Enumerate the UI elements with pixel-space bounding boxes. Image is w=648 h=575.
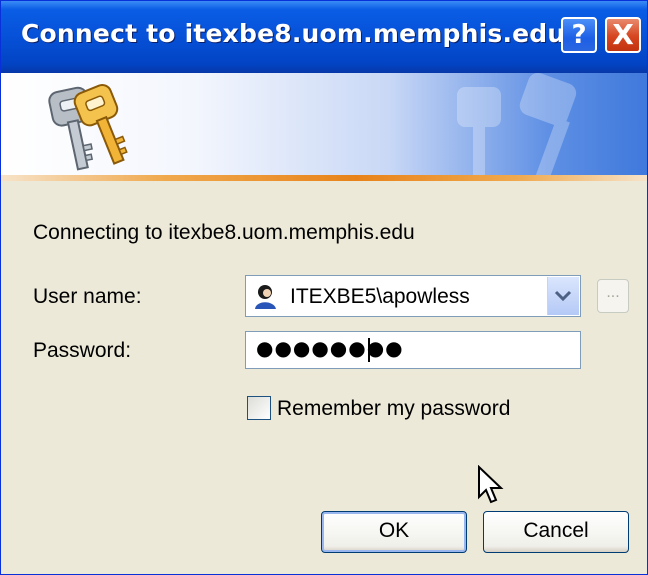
keys-icon [48, 84, 128, 171]
username-dropdown-button[interactable] [547, 277, 579, 315]
remember-password-checkbox[interactable] [247, 396, 271, 420]
cancel-button[interactable]: Cancel [483, 511, 629, 553]
ok-button[interactable]: OK [321, 511, 467, 553]
banner-accent-line [1, 175, 647, 181]
close-button[interactable]: X [605, 17, 641, 53]
password-field[interactable]: ●●●●●●●● [245, 331, 581, 369]
password-label: Password: [33, 339, 132, 362]
user-icon [255, 285, 276, 309]
chevron-down-icon [554, 290, 572, 302]
text-caret [368, 338, 370, 362]
username-value[interactable]: ITEXBE5\apowless [290, 285, 470, 309]
password-value: ●●●●●●●● [256, 336, 404, 360]
browse-users-button[interactable]: ... [597, 279, 629, 313]
keys-watermark-icon [457, 73, 577, 181]
connect-dialog: Connect to itexbe8.uom.memphis.edu ? X C… [0, 0, 648, 575]
connecting-text: Connecting to itexbe8.uom.memphis.edu [33, 221, 415, 244]
mouse-pointer-icon [478, 465, 504, 504]
banner [1, 73, 647, 181]
window-title: Connect to itexbe8.uom.memphis.edu [21, 19, 566, 48]
username-label: User name: [33, 285, 142, 308]
remember-password-label[interactable]: Remember my password [277, 397, 510, 421]
help-button[interactable]: ? [561, 17, 597, 53]
username-combobox[interactable]: ITEXBE5\apowless [245, 275, 581, 317]
title-bar[interactable]: Connect to itexbe8.uom.memphis.edu ? X [1, 1, 647, 73]
